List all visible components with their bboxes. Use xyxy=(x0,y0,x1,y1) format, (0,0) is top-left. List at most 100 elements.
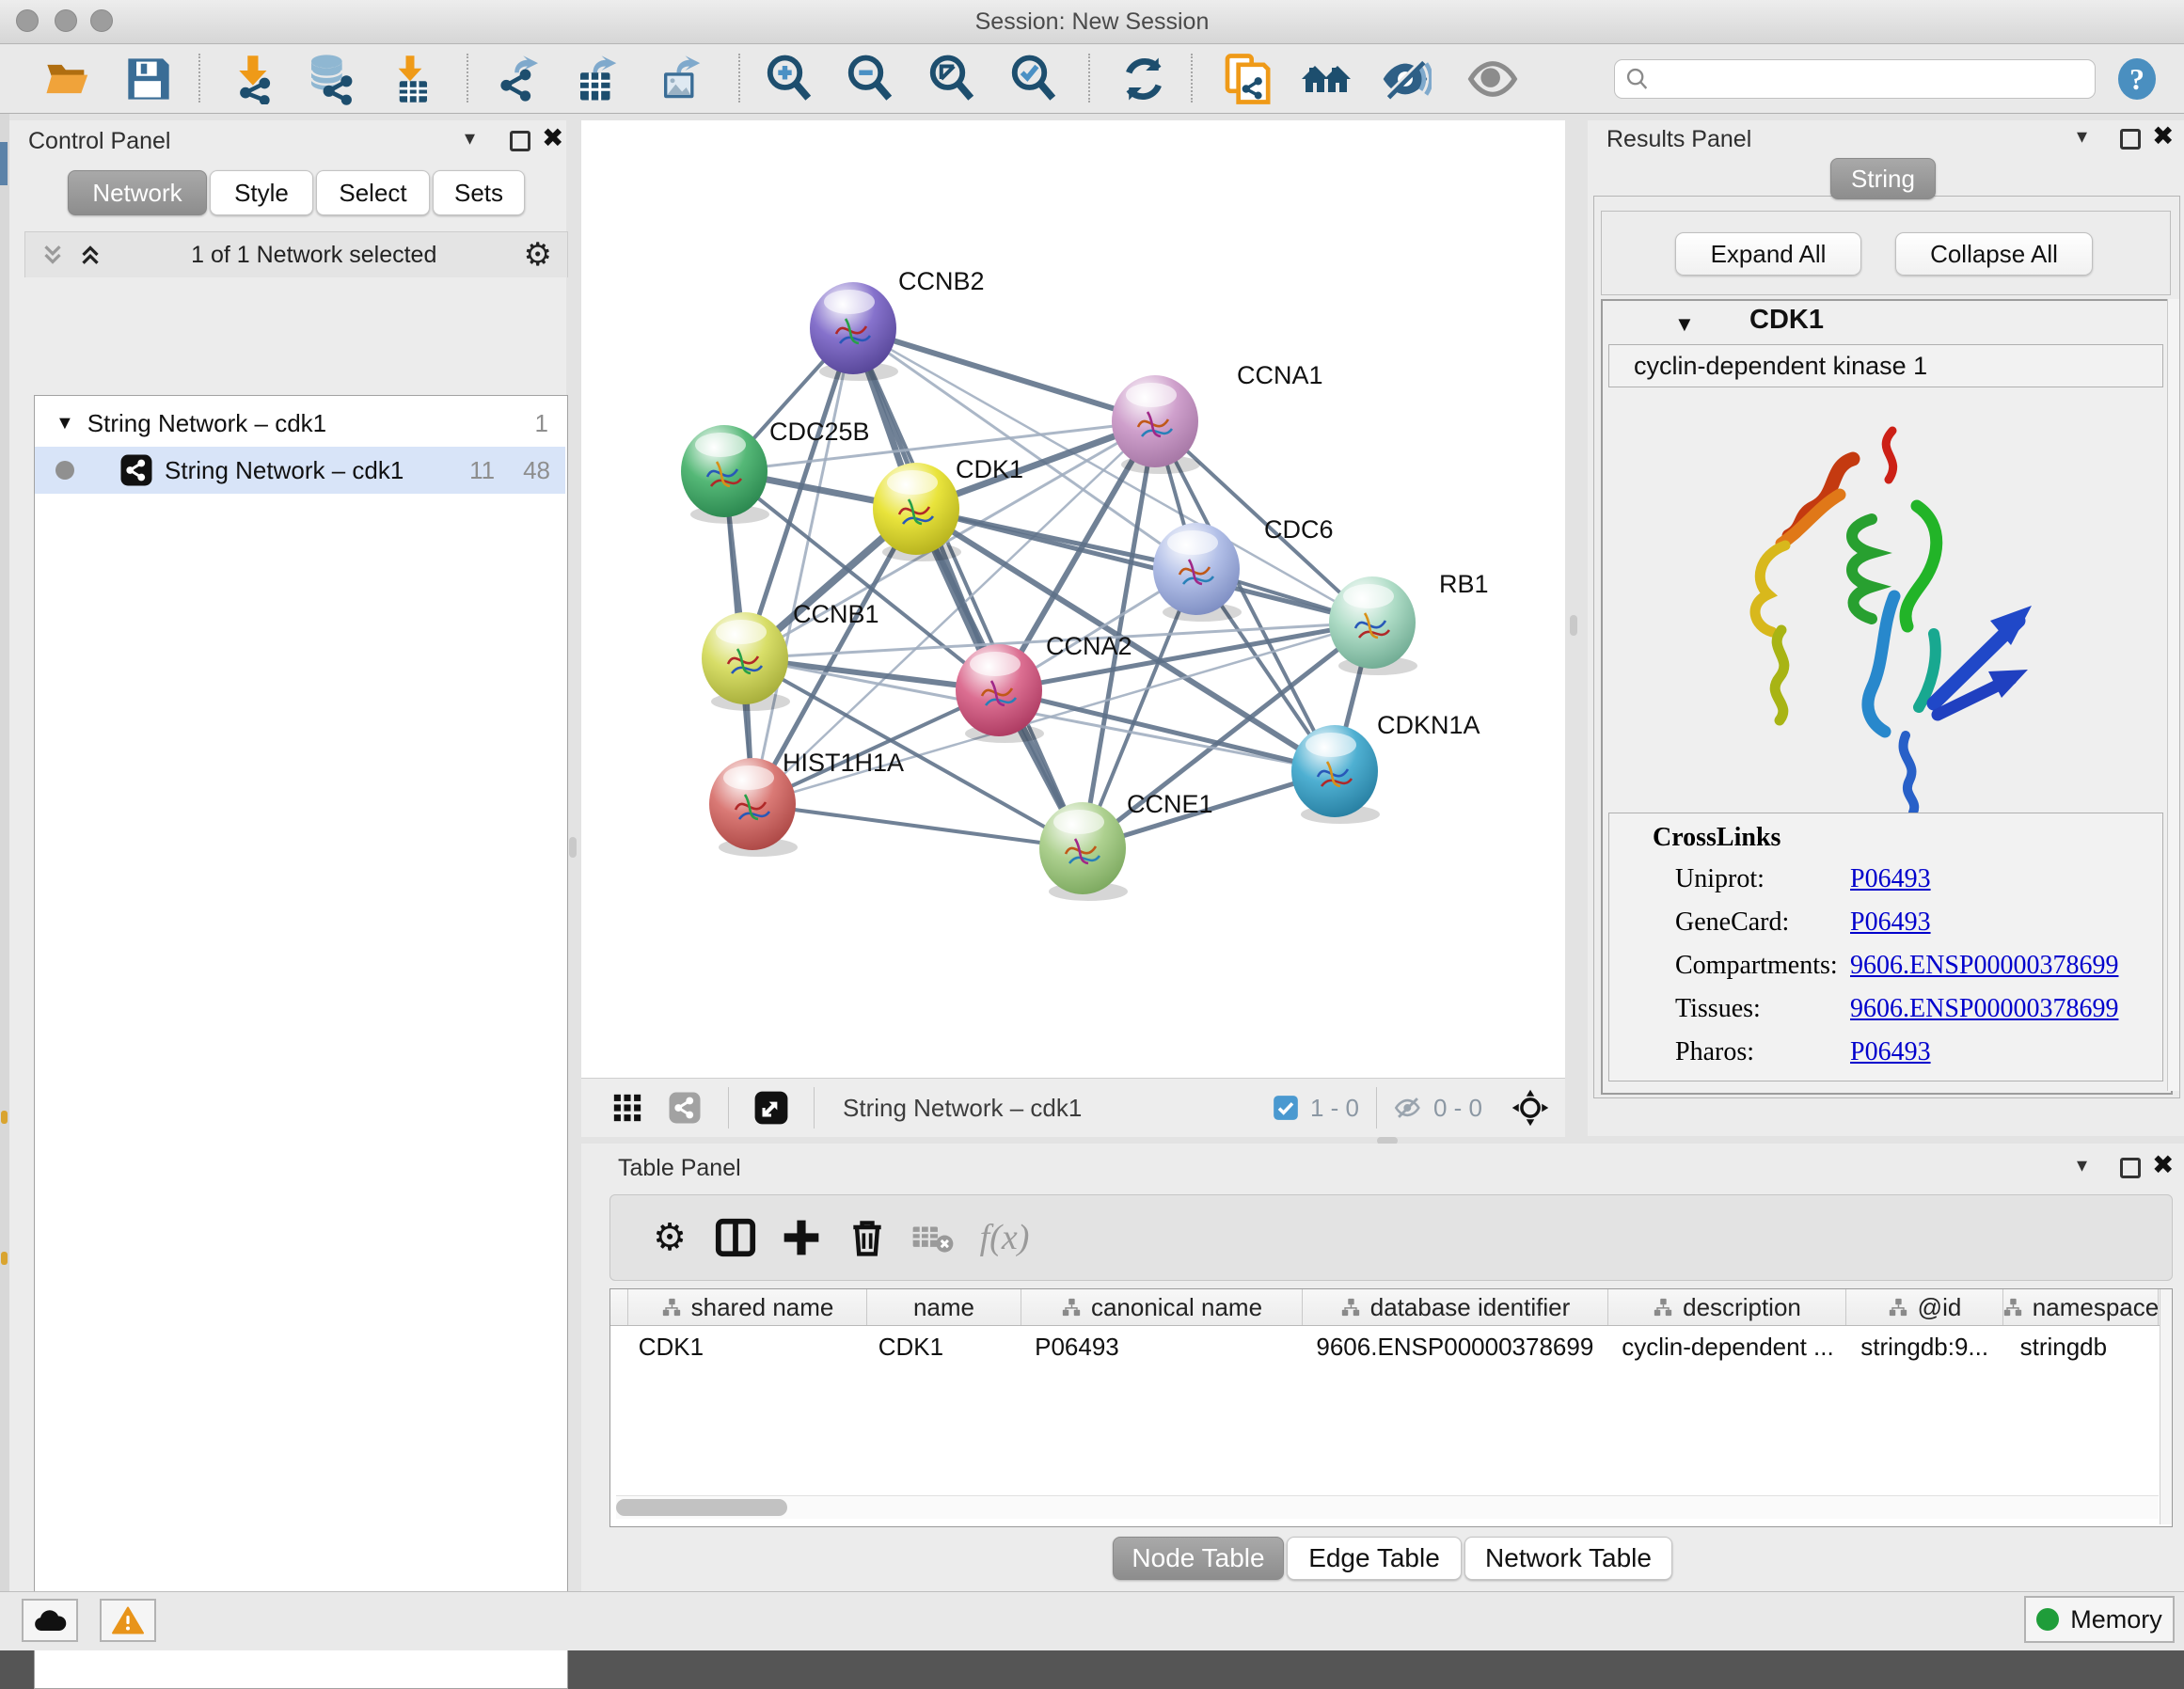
tree-expand-icon[interactable]: ▼ xyxy=(55,413,74,434)
column-header-description[interactable]: description xyxy=(1608,1289,1846,1325)
import-network-file-button[interactable] xyxy=(228,53,280,105)
selected-checkbox-icon[interactable] xyxy=(1273,1095,1299,1121)
zoom-out-button[interactable] xyxy=(844,53,896,105)
tab-network-table[interactable]: Network Table xyxy=(1464,1537,1672,1580)
tab-select[interactable]: Select xyxy=(316,170,430,215)
network-node-CCNB2[interactable]: CCNB2 xyxy=(810,267,985,381)
panel-float-icon[interactable] xyxy=(510,131,530,151)
split-columns-icon[interactable] xyxy=(703,1209,768,1266)
network-node-CCNE1[interactable]: CCNE1 xyxy=(1039,790,1213,901)
tab-string[interactable]: String xyxy=(1830,158,1936,199)
crosslink-link[interactable]: P06493 xyxy=(1850,908,1931,951)
table-vscrollbar[interactable] xyxy=(2160,1289,2172,1524)
network-node-HIST1H1A[interactable]: HIST1H1A xyxy=(709,749,904,857)
network-canvas[interactable]: CCNB2CCNA1CDC25BCDK1CDC6RB1CCNB1CCNA2CDK… xyxy=(581,120,1565,1078)
delete-table-icon[interactable] xyxy=(900,1209,966,1266)
column-header-shared-name[interactable]: shared name xyxy=(628,1289,867,1325)
network-node-RB1[interactable]: RB1 xyxy=(1329,570,1489,675)
export-table-button[interactable] xyxy=(571,53,624,105)
table-row[interactable]: CDK1CDK1P064939606.ENSP00000378699cyclin… xyxy=(610,1326,2172,1367)
zoom-fit-button[interactable] xyxy=(926,53,978,105)
zoom-in-button[interactable] xyxy=(763,53,815,105)
delete-column-trash-icon[interactable] xyxy=(834,1209,900,1266)
panel-close-icon[interactable]: ✖ xyxy=(2152,120,2174,151)
search-input[interactable] xyxy=(1651,65,2095,93)
network-node-CDK1[interactable]: CDK1 xyxy=(873,455,1023,561)
table-cell[interactable]: CDK1 xyxy=(873,1326,1029,1367)
table-hscrollbar[interactable] xyxy=(616,1495,2159,1519)
panel-float-icon[interactable] xyxy=(2120,1158,2141,1178)
cloud-status-button[interactable] xyxy=(22,1599,78,1642)
right-splitter-handle[interactable] xyxy=(1570,615,1577,636)
table-cell[interactable]: P06493 xyxy=(1029,1326,1310,1367)
network-graph[interactable]: CCNB2CCNA1CDC25BCDK1CDC6RB1CCNB1CCNA2CDK… xyxy=(581,120,1565,1078)
panel-float-icon[interactable] xyxy=(2120,129,2141,150)
chevron-double-down-icon[interactable] xyxy=(39,241,67,269)
gene-collapse-icon[interactable]: ▼ xyxy=(1674,312,1695,337)
clone-network-button[interactable] xyxy=(1221,53,1274,105)
network-edge[interactable] xyxy=(853,328,1155,421)
function-builder-icon[interactable]: f(x) xyxy=(972,1209,1037,1266)
open-session-button[interactable] xyxy=(41,53,94,105)
tab-style[interactable]: Style xyxy=(210,170,313,215)
save-session-button[interactable] xyxy=(122,53,175,105)
import-table-file-button[interactable] xyxy=(384,53,436,105)
column-header-canonical-name[interactable]: canonical name xyxy=(1021,1289,1303,1325)
zoom-selected-button[interactable] xyxy=(1007,53,1060,105)
network-node-CDC25B[interactable]: CDC25B xyxy=(681,418,870,524)
column-header-database-identifier[interactable]: database identifier xyxy=(1303,1289,1608,1325)
network-row[interactable]: String Network – cdk1 11 48 xyxy=(35,447,565,494)
memory-button[interactable]: Memory xyxy=(2024,1596,2175,1643)
panel-menu-icon[interactable]: ▾ xyxy=(2077,1153,2087,1177)
panel-menu-icon[interactable]: ▾ xyxy=(465,126,475,150)
table-cell[interactable]: stringdb:9... xyxy=(1855,1326,2014,1367)
protein-structure-image[interactable] xyxy=(1687,404,2064,818)
network-edge[interactable] xyxy=(999,690,1335,771)
expand-all-button[interactable]: Expand All xyxy=(1675,232,1861,276)
warnings-button[interactable] xyxy=(100,1599,156,1642)
home-networks-icon[interactable] xyxy=(1300,53,1353,105)
tab-sets[interactable]: Sets xyxy=(433,170,525,215)
crosslink-link[interactable]: P06493 xyxy=(1850,864,1931,908)
network-collection-row[interactable]: ▼ String Network – cdk1 1 xyxy=(35,400,565,447)
table-cell[interactable]: 9606.ENSP00000378699 xyxy=(1310,1326,1616,1367)
crosslink-link[interactable]: 9606.ENSP00000378699 xyxy=(1850,994,2118,1037)
crosslink-link[interactable]: 9606.ENSP00000378699 xyxy=(1850,951,2118,994)
column-header-namespace[interactable]: namespace xyxy=(2003,1289,2159,1325)
column-header-@id[interactable]: @id xyxy=(1846,1289,2003,1325)
export-image-button[interactable] xyxy=(655,53,707,105)
column-header-name[interactable]: name xyxy=(867,1289,1021,1325)
network-edge[interactable] xyxy=(752,328,853,804)
help-button[interactable]: ? xyxy=(2114,56,2160,102)
network-node-CCNA1[interactable]: CCNA1 xyxy=(1112,361,1323,474)
tab-network[interactable]: Network xyxy=(68,170,207,215)
left-splitter-handle[interactable] xyxy=(569,837,577,858)
results-scrollbar[interactable] xyxy=(2167,299,2179,1091)
show-panel-eye-icon[interactable] xyxy=(1466,53,1519,105)
add-column-icon[interactable] xyxy=(768,1209,834,1266)
network-view-icon[interactable] xyxy=(668,1091,702,1125)
import-network-database-button[interactable] xyxy=(305,53,357,105)
collapse-all-button[interactable]: Collapse All xyxy=(1895,232,2093,276)
chevron-double-up-icon[interactable] xyxy=(76,241,104,269)
table-cell[interactable]: stringdb xyxy=(2015,1326,2172,1367)
table-hscrollbar-thumb[interactable] xyxy=(616,1499,787,1516)
export-network-button[interactable] xyxy=(495,53,547,105)
grid-view-icon[interactable] xyxy=(611,1092,643,1124)
network-node-CDKN1A[interactable]: CDKN1A xyxy=(1291,711,1480,824)
hide-panel-eye-icon[interactable] xyxy=(1379,53,1432,105)
hidden-eye-icon[interactable] xyxy=(1392,1092,1424,1124)
crosslink-link[interactable]: P06493 xyxy=(1850,1037,1931,1081)
tab-edge-table[interactable]: Edge Table xyxy=(1287,1537,1462,1580)
network-options-gear-icon[interactable]: ⚙ xyxy=(524,236,552,274)
table-cell[interactable]: cyclin-dependent ... xyxy=(1616,1326,1855,1367)
refresh-button[interactable] xyxy=(1117,53,1170,105)
table-cell[interactable]: CDK1 xyxy=(633,1326,873,1367)
birdseye-view-icon[interactable] xyxy=(753,1090,789,1126)
panel-close-icon[interactable]: ✖ xyxy=(542,122,563,153)
panel-menu-icon[interactable]: ▾ xyxy=(2077,124,2087,149)
network-edge[interactable] xyxy=(752,804,1083,848)
fit-selected-crosshair-icon[interactable] xyxy=(1511,1088,1550,1128)
panel-close-icon[interactable]: ✖ xyxy=(2152,1149,2174,1180)
table-settings-gear-icon[interactable]: ⚙ xyxy=(637,1209,703,1266)
